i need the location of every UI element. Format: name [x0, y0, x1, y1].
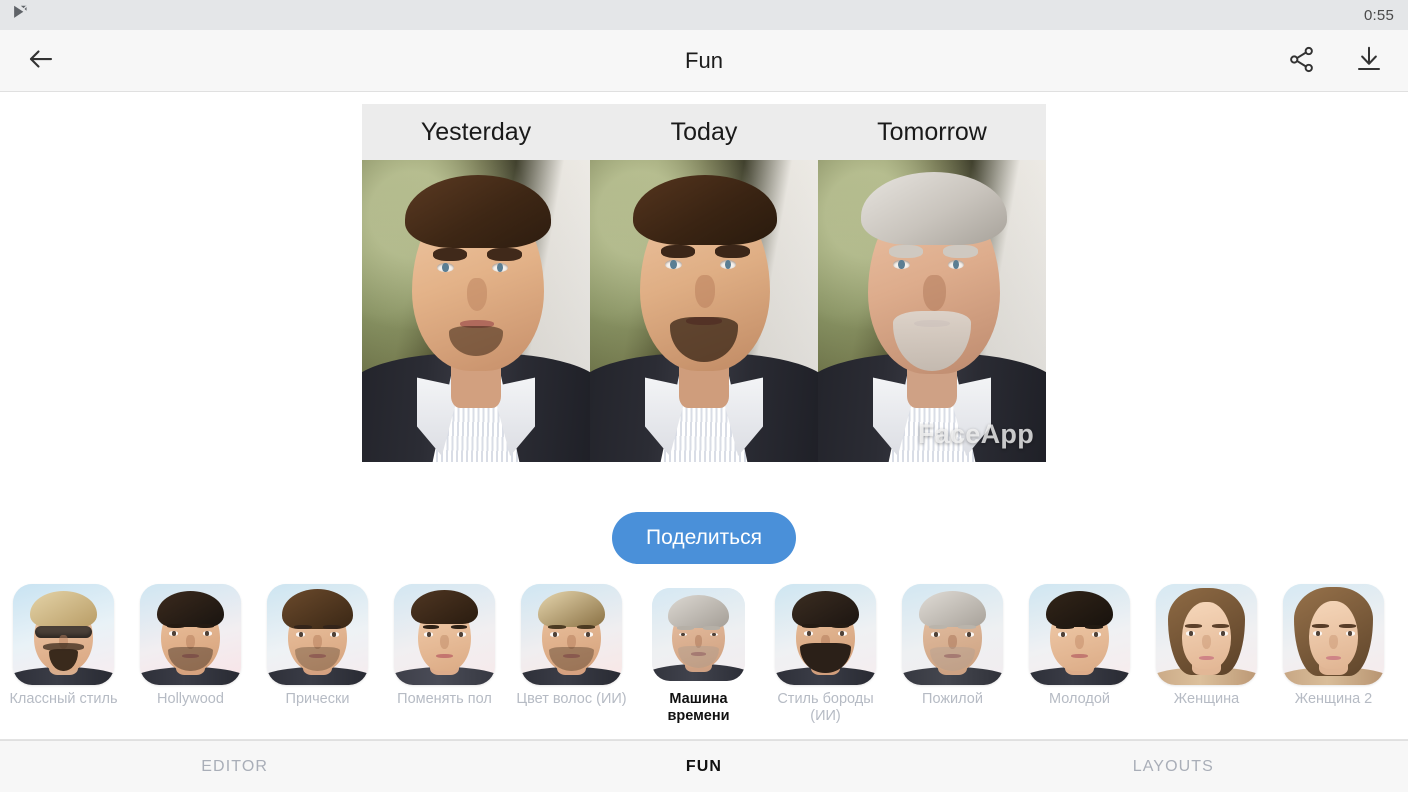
collage-header: Yesterday Today Tomorrow [362, 104, 1046, 160]
filter-thumbnail [902, 584, 1003, 685]
filter-thumbnail [1283, 584, 1384, 685]
status-bar-left [12, 4, 29, 26]
filter-thumbnail [775, 584, 876, 685]
share-button-row: Поделиться [0, 512, 1408, 564]
share-icon [1287, 45, 1316, 77]
filter-item-old[interactable]: Пожилой [889, 582, 1016, 708]
filter-label: Молодой [1049, 691, 1110, 707]
filter-label: Женщина 2 [1294, 691, 1373, 707]
filter-strip[interactable]: Классный стиль Hollywood Прически Поменя… [0, 578, 1408, 740]
collage-body: FaceApp [362, 160, 1046, 462]
collage-panel-today [590, 160, 818, 462]
bottom-tab-bar: EDITOR FUN LAYOUTS [0, 740, 1408, 792]
filter-label: Hollywood [157, 691, 224, 707]
share-button[interactable] [1280, 40, 1322, 82]
filter-item-young[interactable]: Молодой [1016, 582, 1143, 708]
download-icon [1354, 44, 1384, 77]
status-bar: 0:55 [0, 0, 1408, 30]
filter-label: Прически [285, 691, 350, 707]
collage-column-label-yesterday: Yesterday [420, 117, 532, 146]
tab-layouts[interactable]: LAYOUTS [939, 758, 1408, 776]
app-root: 0:55 Fun Yesterday Today Tomorrow FaceAp… [0, 0, 1408, 792]
status-bar-clock: 0:55 [1364, 6, 1394, 24]
filter-thumbnail [394, 584, 495, 685]
download-button[interactable] [1348, 40, 1390, 82]
result-collage[interactable]: Yesterday Today Tomorrow FaceApp [362, 104, 1046, 462]
back-button[interactable] [20, 40, 62, 82]
filter-label: Машина времени [667, 691, 730, 724]
filter-thumbnail-selected [652, 588, 745, 681]
filter-thumbnail [521, 584, 622, 685]
content-area: Yesterday Today Tomorrow FaceApp Поделит… [0, 92, 1408, 578]
play-check-icon [12, 4, 29, 26]
share-primary-button[interactable]: Поделиться [612, 512, 796, 564]
filter-thumbnail [1156, 584, 1257, 685]
filter-item-beard-style-ai[interactable]: Стиль бороды (ИИ) [762, 582, 889, 725]
page-title: Fun [685, 47, 723, 73]
toolbar-left [20, 40, 62, 82]
collage-column-label-tomorrow: Tomorrow [877, 117, 987, 146]
collage-column-label-today: Today [670, 117, 738, 146]
filter-item-classic-style[interactable]: Классный стиль [0, 582, 127, 708]
filter-thumbnail [267, 584, 368, 685]
filter-label: Классный стиль [9, 691, 118, 707]
filter-item-hairstyles[interactable]: Прически [254, 582, 381, 708]
tab-fun[interactable]: FUN [469, 758, 938, 776]
arrow-left-icon [26, 44, 56, 77]
collage-panel-tomorrow: FaceApp [818, 160, 1046, 462]
toolbar-right [1280, 40, 1390, 82]
filter-item-time-machine[interactable]: Машина времени [635, 582, 762, 725]
toolbar: Fun [0, 30, 1408, 92]
collage-panel-yesterday [362, 160, 590, 462]
filter-label: Пожилой [922, 691, 983, 707]
filter-item-female[interactable]: Женщина [1143, 582, 1270, 708]
tab-editor[interactable]: EDITOR [0, 758, 469, 776]
filter-label: Стиль бороды (ИИ) [777, 691, 874, 724]
filter-item-gender-swap[interactable]: Поменять пол [381, 582, 508, 708]
filter-item-female-2[interactable]: Женщина 2 [1270, 582, 1397, 708]
filter-item-hair-color-ai[interactable]: Цвет волос (ИИ) [508, 582, 635, 708]
filter-item-hollywood[interactable]: Hollywood [127, 582, 254, 708]
filter-label: Цвет волос (ИИ) [516, 691, 627, 707]
filter-thumbnail [1029, 584, 1130, 685]
filter-label: Женщина [1173, 691, 1240, 707]
filter-thumbnail [140, 584, 241, 685]
filter-label: Поменять пол [397, 691, 492, 707]
filter-thumbnail [13, 584, 114, 685]
